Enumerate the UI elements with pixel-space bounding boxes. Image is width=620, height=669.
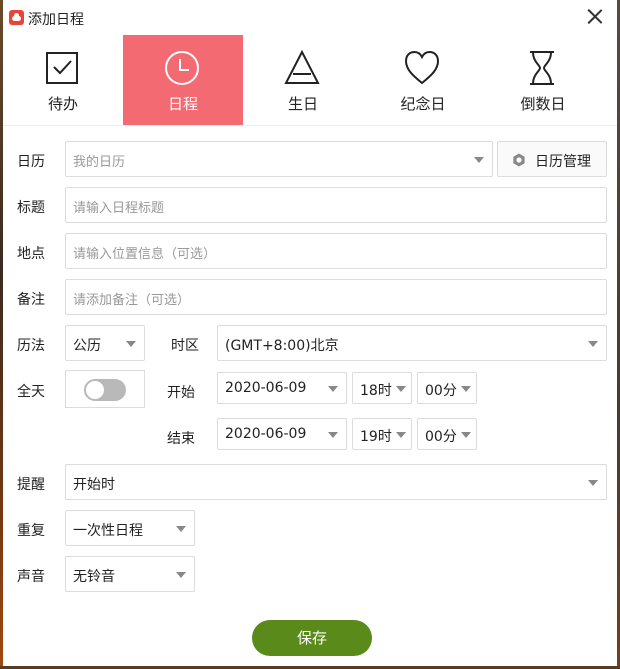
all-day-toggle-box[interactable] <box>65 370 145 408</box>
triangle-icon <box>284 50 320 84</box>
chevron-down-icon <box>176 572 186 578</box>
timezone-value: (GMT+8:00)北京 <box>225 338 339 354</box>
close-button[interactable] <box>583 5 607 29</box>
start-hour-select[interactable]: 18时 <box>352 372 412 404</box>
cloud-app-icon <box>9 10 24 25</box>
chevron-down-icon <box>328 432 338 438</box>
heart-icon <box>404 50 440 85</box>
end-hour-select[interactable]: 19时 <box>352 418 412 450</box>
tab-anniversary[interactable]: 纪念日 <box>363 35 483 125</box>
start-hour-value: 18时 <box>360 383 392 399</box>
tab-label: 日程 <box>167 95 198 113</box>
end-date-select[interactable]: 2020-06-09 <box>217 418 347 450</box>
tab-label: 倒数日 <box>520 95 566 113</box>
location-placeholder: 请输入位置信息（可选） <box>73 247 217 262</box>
start-minute-value: 00分 <box>425 383 457 399</box>
location-label: 地点 <box>17 246 45 262</box>
title-placeholder: 请输入日程标题 <box>73 201 165 216</box>
start-minute-select[interactable]: 00分 <box>417 372 477 404</box>
title-label: 标题 <box>17 200 45 216</box>
all-day-toggle[interactable] <box>84 379 126 401</box>
tab-birthday[interactable]: 生日 <box>243 35 363 125</box>
calendar-type-value: 公历 <box>73 338 101 354</box>
tab-schedule[interactable]: 日程 <box>123 35 243 125</box>
chevron-down-icon <box>328 386 338 392</box>
start-date-select[interactable]: 2020-06-09 <box>217 372 347 404</box>
window-title: 添加日程 <box>28 12 84 28</box>
calendar-manage-label: 日历管理 <box>535 154 591 170</box>
note-input[interactable]: 请添加备注（可选） <box>65 279 607 315</box>
gear-icon <box>513 153 525 167</box>
repeat-label: 重复 <box>17 523 45 539</box>
type-tabs: 待办 日程 生日 纪念日 倒数日 <box>3 35 617 125</box>
tab-label: 生日 <box>287 95 318 113</box>
chevron-down-icon <box>474 157 484 163</box>
chevron-down-icon <box>176 526 186 532</box>
reminder-label: 提醒 <box>17 477 45 493</box>
tab-label: 纪念日 <box>400 95 446 113</box>
calendar-manage-button[interactable]: 日历管理 <box>497 141 607 177</box>
checkbox-icon <box>46 52 78 84</box>
end-hour-value: 19时 <box>360 429 392 445</box>
tab-countdown[interactable]: 倒数日 <box>483 35 603 125</box>
timezone-select[interactable]: (GMT+8:00)北京 <box>217 325 607 361</box>
location-input[interactable]: 请输入位置信息（可选） <box>65 233 607 269</box>
reminder-value: 开始时 <box>73 477 115 493</box>
repeat-select[interactable]: 一次性日程 <box>65 510 195 546</box>
end-label: 结束 <box>167 431 195 447</box>
tab-todo[interactable]: 待办 <box>3 35 123 125</box>
clock-icon <box>165 51 199 85</box>
chevron-down-icon <box>588 480 598 486</box>
end-minute-select[interactable]: 00分 <box>417 418 477 450</box>
sound-value: 无铃音 <box>73 569 115 585</box>
repeat-value: 一次性日程 <box>73 523 143 539</box>
chevron-down-icon <box>588 341 598 347</box>
divider <box>3 125 617 126</box>
timezone-label: 时区 <box>171 338 199 354</box>
sound-select[interactable]: 无铃音 <box>65 556 195 592</box>
chevron-down-icon <box>126 341 136 347</box>
note-placeholder: 请添加备注（可选） <box>73 293 191 308</box>
title-input[interactable]: 请输入日程标题 <box>65 187 607 223</box>
start-date-value: 2020-06-09 <box>225 380 307 396</box>
reminder-select[interactable]: 开始时 <box>65 464 607 500</box>
title-bar: 添加日程 <box>3 0 617 35</box>
save-button[interactable]: 保存 <box>252 620 372 656</box>
calendar-type-select[interactable]: 公历 <box>65 325 145 361</box>
chevron-down-icon <box>396 386 406 392</box>
calendar-type-label: 历法 <box>17 338 45 354</box>
chevron-down-icon <box>461 432 471 438</box>
note-label: 备注 <box>17 292 45 308</box>
calendar-select[interactable]: 我的日历 <box>65 141 493 177</box>
chevron-down-icon <box>461 386 471 392</box>
calendar-label: 日历 <box>17 154 45 170</box>
tab-label: 待办 <box>47 95 78 113</box>
start-label: 开始 <box>167 385 195 401</box>
sound-label: 声音 <box>17 569 45 585</box>
all-day-label: 全天 <box>17 384 45 400</box>
end-minute-value: 00分 <box>425 429 457 445</box>
toggle-knob <box>86 381 104 399</box>
add-schedule-dialog: 添加日程 待办 日程 生日 纪念日 倒数日 日历 我的日历 日历管理 标题 请输… <box>3 0 617 666</box>
end-date-value: 2020-06-09 <box>225 426 307 442</box>
calendar-value: 我的日历 <box>73 155 126 170</box>
hourglass-icon <box>530 51 554 85</box>
chevron-down-icon <box>396 432 406 438</box>
